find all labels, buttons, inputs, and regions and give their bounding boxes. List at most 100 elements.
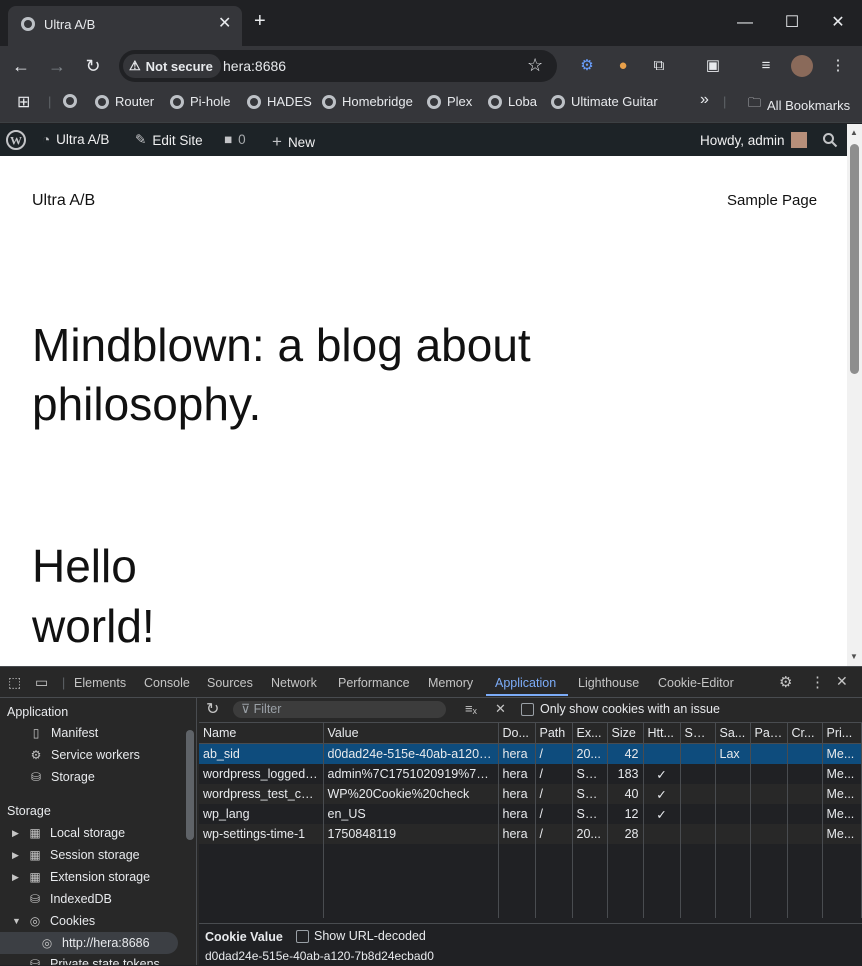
bookmark-blank[interactable] <box>63 94 77 108</box>
scrollbar-thumb[interactable] <box>850 144 859 374</box>
bookmark-loba[interactable]: Loba <box>488 94 537 109</box>
tab-memory[interactable]: Memory <box>428 676 473 690</box>
bookmark-router[interactable]: Router <box>95 94 154 109</box>
post-title[interactable]: Hello world! <box>32 536 332 656</box>
chevron-right-icon[interactable]: ▶ <box>12 828 20 839</box>
column-header[interactable]: Ex... <box>572 723 608 744</box>
bookmark-plex[interactable]: Plex <box>427 94 472 109</box>
column-header[interactable]: Par... <box>750 723 788 744</box>
clear-filtered-icon[interactable]: ≡ₓ <box>465 701 477 716</box>
back-icon[interactable]: ← <box>9 54 33 78</box>
site-title[interactable]: Ultra A/B <box>32 192 95 210</box>
wp-new[interactable]: + New <box>272 132 315 152</box>
maximize-icon[interactable]: ☐ <box>777 8 807 38</box>
bookmark-hades[interactable]: HADES <box>247 94 312 109</box>
profile-avatar[interactable] <box>791 55 813 77</box>
not-secure-chip[interactable]: ⚠ Not secure <box>123 54 221 78</box>
tab-console[interactable]: Console <box>144 676 190 690</box>
sidebar-item-extension-storage[interactable]: ▶ ▦ Extension storage <box>12 870 150 884</box>
bookmark-homebridge[interactable]: Homebridge <box>322 94 413 109</box>
sidebar-item-service-workers[interactable]: ⚙ Service workers <box>29 748 140 762</box>
puzzle-icon[interactable]: ⧉ <box>648 55 670 77</box>
close-tab-icon[interactable]: ✕ <box>218 13 231 33</box>
apps-icon[interactable]: ⊞ <box>17 92 30 112</box>
tab-title: Ultra A/B <box>44 17 96 32</box>
inspect-icon[interactable]: ⬚ <box>8 674 21 691</box>
tab-lighthouse[interactable]: Lighthouse <box>578 676 639 690</box>
tab-application[interactable]: Application <box>495 676 556 690</box>
wp-edit-site[interactable]: ✎ Edit Site <box>135 132 203 148</box>
bookmark-star-icon[interactable]: ☆ <box>527 55 543 76</box>
wp-site-name[interactable]: ◔ Ultra A/B <box>42 132 109 147</box>
wp-comments[interactable]: ■ 0 <box>224 132 246 147</box>
column-header[interactable]: Sec... <box>680 723 716 744</box>
bookmarks-overflow-button[interactable]: » <box>700 91 709 109</box>
refresh-icon[interactable]: ↻ <box>206 699 219 719</box>
wp-howdy[interactable]: Howdy, admin <box>700 132 807 148</box>
extension-icon[interactable]: ⚙ <box>576 55 598 77</box>
table-row[interactable]: ab_sid d0dad24e-515e-40ab-a120-7... hera… <box>199 743 862 764</box>
sidebar-item-storage[interactable]: ⛁ Storage <box>29 770 95 784</box>
sidebar-item-local-storage[interactable]: ▶ ▦ Local storage <box>12 826 125 840</box>
column-header[interactable]: Value <box>323 723 499 744</box>
gears-icon: ⚙ <box>30 748 42 762</box>
sidebar-item-cookie-origin[interactable]: ◎ http://hera:8686 <box>0 932 178 954</box>
browser-tab[interactable]: Ultra A/B ✕ <box>8 6 242 46</box>
tab-search-icon[interactable]: ▣ <box>702 55 724 77</box>
device-toolbar-icon[interactable]: ▭ <box>35 674 48 691</box>
chevron-down-icon[interactable]: ▼ <box>12 916 21 926</box>
close-devtools-icon[interactable]: ✕ <box>836 673 848 690</box>
cookie-value-pane: Cookie Value Show URL-decoded d0dad24e-5… <box>199 923 862 966</box>
tab-network[interactable]: Network <box>271 676 317 690</box>
chevron-right-icon[interactable]: ▶ <box>12 850 20 861</box>
address-bar[interactable]: ⚠ Not secure hera:8686 ☆ <box>119 50 557 82</box>
column-header[interactable]: Cr... <box>787 723 823 744</box>
cookie-value-text[interactable]: d0dad24e-515e-40ab-a120-7b8d24ecbad0 <box>205 949 434 963</box>
more-options-icon[interactable]: ⋮ <box>810 673 825 691</box>
scroll-down-icon[interactable]: ▼ <box>850 652 858 661</box>
close-window-icon[interactable]: ✕ <box>823 8 853 38</box>
media-control-icon[interactable]: ≡ <box>755 55 777 77</box>
tab-cookie-editor[interactable]: Cookie-Editor <box>658 676 734 690</box>
sidebar-item-cookies[interactable]: ▼ ◎ Cookies <box>12 914 95 928</box>
column-header[interactable]: Path <box>535 723 573 744</box>
all-bookmarks-button[interactable]: 🗀 All Bookmarks <box>748 94 850 116</box>
column-header[interactable]: Name <box>199 723 324 744</box>
table-row[interactable]: wp-settings-time-1 1750848119 hera / 20.… <box>199 824 862 844</box>
column-header[interactable]: Size <box>607 723 644 744</box>
cookie-icon[interactable]: ● <box>612 55 634 77</box>
tab-sources[interactable]: Sources <box>207 676 253 690</box>
search-icon[interactable] <box>822 132 838 148</box>
reload-icon[interactable]: ↻ <box>81 54 105 78</box>
tab-performance[interactable]: Performance <box>338 676 410 690</box>
sidebar-item-session-storage[interactable]: ▶ ▦ Session storage <box>12 848 140 862</box>
sidebar-scrollbar[interactable] <box>186 730 194 840</box>
column-header[interactable]: Htt... <box>643 723 681 744</box>
minimize-icon[interactable]: — <box>730 8 760 38</box>
bookmark-pihole[interactable]: Pi-hole <box>170 94 230 109</box>
table-row[interactable]: wp_lang en_US hera / Ses... 12 ✓ Me... <box>199 804 862 824</box>
only-issues-checkbox[interactable] <box>521 703 534 716</box>
sidebar-item-indexeddb[interactable]: ⛁ IndexedDB <box>28 892 112 906</box>
new-tab-button[interactable]: + <box>254 10 266 33</box>
tab-elements[interactable]: Elements <box>74 676 126 690</box>
menu-icon[interactable]: ⋮ <box>827 55 849 77</box>
table-row[interactable]: wordpress_test_coo... WP%20Cookie%20chec… <box>199 784 862 804</box>
column-header[interactable]: Do... <box>498 723 536 744</box>
bookmark-ultimate-guitar[interactable]: Ultimate Guitar <box>551 94 658 109</box>
page-scrollbar[interactable]: ▲ ▼ <box>847 124 862 666</box>
forward-icon[interactable]: → <box>45 54 69 78</box>
url-text[interactable]: hera:8686 <box>223 58 286 74</box>
filter-input[interactable]: ⊽ Filter <box>233 701 446 718</box>
column-header[interactable]: Sa... <box>715 723 751 744</box>
chevron-right-icon[interactable]: ▶ <box>12 872 20 883</box>
show-url-decoded-checkbox[interactable] <box>296 930 309 943</box>
column-header[interactable]: Pri... <box>822 723 862 744</box>
scroll-up-icon[interactable]: ▲ <box>850 128 858 137</box>
settings-gear-icon[interactable]: ⚙ <box>779 673 792 691</box>
delete-selected-icon[interactable]: ✕ <box>495 701 506 717</box>
wordpress-logo-icon[interactable]: W <box>6 130 26 150</box>
sidebar-item-manifest[interactable]: ▯ Manifest <box>29 726 99 740</box>
table-row[interactable]: wordpress_logged_i... admin%7C1751020919… <box>199 764 862 784</box>
nav-sample-page[interactable]: Sample Page <box>727 192 817 209</box>
